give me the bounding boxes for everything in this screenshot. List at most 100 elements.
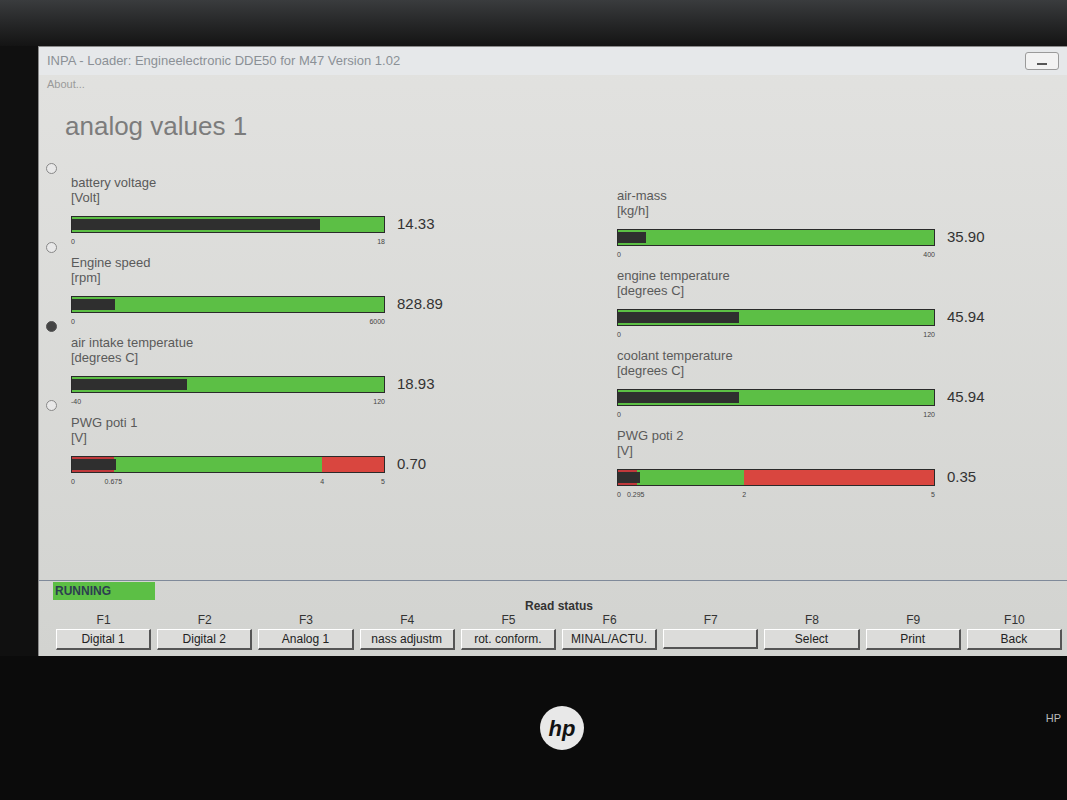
minimize-icon [1037,63,1047,65]
marker-dot[interactable] [46,163,57,174]
gauge-reading: 0.70 [397,453,426,476]
gauge-reading: 45.94 [947,306,985,329]
page-heading: analog values 1 [39,93,1067,155]
marker-column [39,155,63,508]
gauge: air-mass[kg/h] 35.90 0 400 [617,188,1067,268]
marker-dot[interactable] [46,400,57,411]
gauge-tick: 120 [373,397,385,406]
function-key-number: F3 [299,613,313,627]
gauge-ticks: 0 120 [617,330,935,340]
function-key-button[interactable]: Digital 2 [157,629,252,650]
gauge-ticks: 0 0.675 4 5 [71,477,385,487]
function-key[interactable]: F9 Print [863,613,964,650]
group-label: Read status [458,600,660,613]
gauge-ticks: -40 120 [71,397,385,407]
function-key[interactable]: F7 [660,613,761,650]
function-key-number: F9 [906,613,920,627]
gauge-tick: 400 [923,250,935,259]
gauge-tick: 5 [381,477,385,486]
brand-text: HP [1046,710,1061,727]
function-key[interactable]: F3 Analog 1 [255,613,356,650]
function-key[interactable]: F1Digital 1 [53,613,154,650]
function-key-button[interactable]: nass adjustm [360,629,455,650]
gauge-unit: [V] [617,443,1067,458]
gauge-ticks: 00.29525 [617,490,935,500]
gauge-reading: 45.94 [947,386,985,409]
gauge-unit: [rpm] [71,270,565,285]
gauge-tick: 0 [71,477,75,486]
gauge-bar [617,469,935,486]
gauge-tick: 0 [617,410,621,419]
gauge: air intake temperatue[degrees C]18.93-40… [71,335,565,415]
function-key-button[interactable]: rot. conform. [461,629,556,650]
app-window: INPA - Loader: Engineelectronic DDE50 fo… [38,46,1067,656]
gauge-ticks: 018 [71,237,385,247]
gauge-reading: 0.35 [947,466,976,489]
function-key-button[interactable]: Print [866,629,961,650]
marker-dot[interactable] [46,242,57,253]
gauge-tick: 2 [742,490,746,499]
function-key-number: F10 [1004,613,1025,627]
gauge-zone [322,457,384,472]
function-key-number: F5 [501,613,515,627]
gauge-reading: 35.90 [947,226,985,249]
gauge: PWG poti 1[V]0.7000.67545 [71,415,565,495]
function-key-number: F8 [805,613,819,627]
gauge: engine temperature[degrees C]45.940120 [617,268,1067,348]
gauge-bar [617,309,935,326]
gauge-reading: 828.89 [397,293,443,316]
gauge-tick: 120 [923,330,935,339]
gauge-unit: [kg/h] [617,203,1067,218]
gauge-tick: 0.675 [105,477,123,486]
hp-logo-icon: hp [540,706,584,750]
gauge-bar [71,456,385,473]
status-indicator: RUNNING [53,582,155,600]
function-key-button[interactable]: Select [764,629,859,650]
gauge: coolant temperature[degrees C]45.940120 [617,348,1067,428]
gauge-tick: 4 [320,477,324,486]
marker-dot[interactable] [46,321,57,332]
function-key[interactable]: F2Digital 2 [154,613,255,650]
gauge-zone [637,470,745,485]
right-gauges: air-mass[kg/h]35.900400engine temperatur… [565,175,1067,508]
function-key-button[interactable]: MINAL/ACTU. [562,629,657,650]
gauge-tick: -40 [71,397,81,406]
window-title: INPA - Loader: Engineelectronic DDE50 fo… [47,51,1025,71]
photo-frame: INPA - Loader: Engineelectronic DDE50 fo… [0,0,1067,800]
function-key-button[interactable]: Digital 1 [56,629,151,650]
left-gauges: battery voltage[Volt]14.33018Engine spee… [63,175,565,508]
gauge-tick: 0.295 [627,490,645,499]
gauge-fill [618,232,646,243]
gauge-label: air-mass [617,188,1067,203]
gauge-zone [72,297,384,312]
gauge-bar [617,389,935,406]
function-key[interactable]: F8 Select [761,613,862,650]
function-key[interactable]: F10 Back [964,613,1065,650]
gauge-label: Engine speed [71,255,565,270]
function-key-number: F4 [400,613,414,627]
gauge-tick: 0 [617,330,621,339]
minimize-button[interactable] [1025,52,1059,70]
gauge-unit: [Volt] [71,190,565,205]
gauge-bar [71,296,385,313]
gauge-ticks: 0 400 [617,250,935,260]
gauge-unit: [degrees C] [617,363,1067,378]
gauge-label: PWG poti 2 [617,428,1067,443]
function-key-button[interactable]: Back [967,629,1062,650]
gauge-tick: 0 [71,237,75,246]
function-key[interactable]: F5 rot. conform. [458,613,559,650]
function-key-button[interactable] [663,629,758,649]
top-surroundings [0,0,1067,46]
gauge-tick: 0 [617,490,621,499]
gauge-fill [618,312,739,323]
function-key-number: F6 [603,613,617,627]
gauge: PWG poti 2[V]0.3500.29525 [617,428,1067,508]
gauge-tick: 0 [71,317,75,326]
function-key[interactable]: F4 nass adjustm [357,613,458,650]
function-keys: Read status F1Digital 1F2Digital 2 F3 Analo… [39,600,1067,656]
function-key[interactable]: F6 MINAL/ACTU. [559,613,660,650]
function-key-button[interactable]: Analog 1 [258,629,353,650]
menu-item[interactable]: About... [47,76,85,93]
gauge-tick: 0 [617,250,621,259]
gauge-label: battery voltage [71,175,565,190]
